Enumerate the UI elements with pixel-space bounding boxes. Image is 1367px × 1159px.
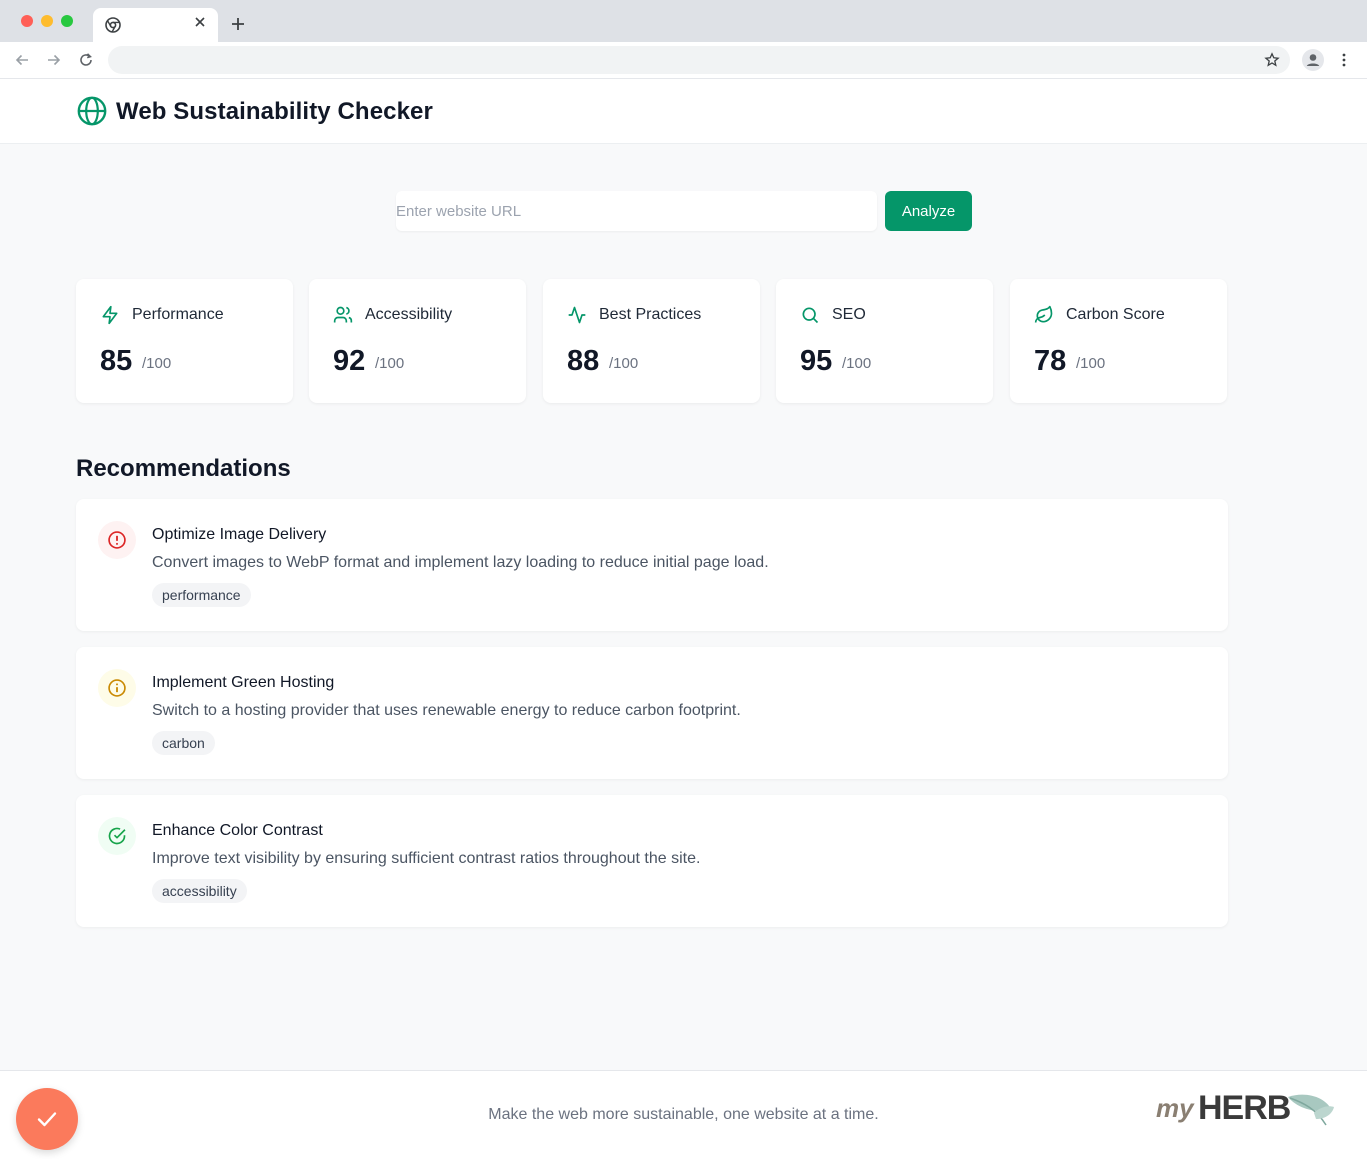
back-arrow-icon[interactable]: [14, 52, 30, 68]
score-card-best-practices: Best Practices 88 /100: [543, 279, 760, 403]
recommendation-title: Optimize Image Delivery: [152, 526, 327, 543]
score-value: 88: [567, 345, 600, 377]
footer: Make the web more sustainable, one websi…: [0, 1070, 1367, 1159]
score-value: 85: [100, 345, 133, 377]
score-max: /100: [1076, 355, 1106, 372]
recommendation-card: Enhance Color Contrast Improve text visi…: [76, 795, 1228, 927]
person-icon: [1306, 54, 1320, 66]
score-card-carbon: Carbon Score 78 /100: [1010, 279, 1227, 403]
recommendation-description: Switch to a hosting provider that uses r…: [152, 702, 741, 719]
leaf-icon: [1034, 305, 1053, 323]
score-value: 78: [1034, 345, 1067, 377]
window-close-button[interactable]: [21, 15, 33, 27]
more-vertical-icon[interactable]: [1336, 52, 1352, 68]
score-max: /100: [142, 355, 172, 372]
check-circle-icon: [108, 827, 126, 845]
category-tag: performance: [152, 583, 251, 607]
score-max: /100: [842, 355, 872, 372]
category-tag: carbon: [152, 731, 215, 755]
score-card-accessibility: Accessibility 92 /100: [309, 279, 526, 403]
recommendation-title: Implement Green Hosting: [152, 674, 335, 691]
status-badge: [98, 669, 136, 707]
score-value: 92: [333, 345, 366, 377]
page-title: Web Sustainability Checker: [116, 98, 433, 125]
globe-icon: [77, 96, 107, 126]
forward-arrow-icon[interactable]: [46, 52, 62, 68]
score-value: 95: [800, 345, 833, 377]
recommendation-card: Optimize Image Delivery Convert images t…: [76, 499, 1228, 631]
score-label: Carbon Score: [1066, 306, 1165, 323]
status-badge: [98, 521, 136, 559]
browser-tab[interactable]: [93, 8, 218, 42]
users-icon: [333, 306, 353, 323]
score-label: Accessibility: [365, 306, 453, 323]
search-icon: [802, 307, 819, 324]
zap-icon: [102, 305, 118, 325]
svg-text:HERB: HERB: [1198, 1089, 1291, 1127]
browser-toolbar: [0, 42, 1367, 79]
score-max: /100: [609, 355, 639, 372]
reload-icon[interactable]: [78, 52, 94, 68]
browser-tab-bar: [0, 0, 1367, 42]
chrome-icon: [105, 17, 121, 33]
profile-avatar[interactable]: [1302, 49, 1324, 71]
score-label: Performance: [132, 306, 224, 323]
window-maximize-button[interactable]: [61, 15, 73, 27]
url-input[interactable]: [396, 191, 877, 231]
score-card-seo: SEO 95 /100: [776, 279, 993, 403]
address-bar[interactable]: [108, 46, 1290, 74]
alert-circle-icon: [108, 531, 126, 549]
recommendation-card: Implement Green Hosting Switch to a host…: [76, 647, 1228, 779]
score-label: Best Practices: [599, 306, 702, 323]
status-badge: [98, 817, 136, 855]
recommendation-description: Improve text visibility by ensuring suff…: [152, 850, 701, 867]
window-minimize-button[interactable]: [41, 15, 53, 27]
recommendations-heading: Recommendations: [76, 455, 291, 482]
bookmark-star-icon[interactable]: [1264, 52, 1280, 68]
score-card-performance: Performance 85 /100: [76, 279, 293, 403]
close-icon[interactable]: [194, 16, 206, 28]
category-tag: accessibility: [152, 879, 247, 903]
analyze-button[interactable]: Analyze: [885, 191, 972, 231]
svg-text:my: my: [1156, 1093, 1195, 1123]
score-label: SEO: [832, 306, 866, 323]
score-max: /100: [375, 355, 405, 372]
info-icon: [108, 679, 126, 697]
recommendation-description: Convert images to WebP format and implem…: [152, 554, 769, 571]
new-tab-icon[interactable]: [230, 16, 246, 32]
app-header: Web Sustainability Checker: [0, 79, 1367, 144]
activity-icon: [568, 306, 586, 324]
brand-logo: my HERB: [1156, 1089, 1334, 1127]
recommendation-title: Enhance Color Contrast: [152, 822, 323, 839]
